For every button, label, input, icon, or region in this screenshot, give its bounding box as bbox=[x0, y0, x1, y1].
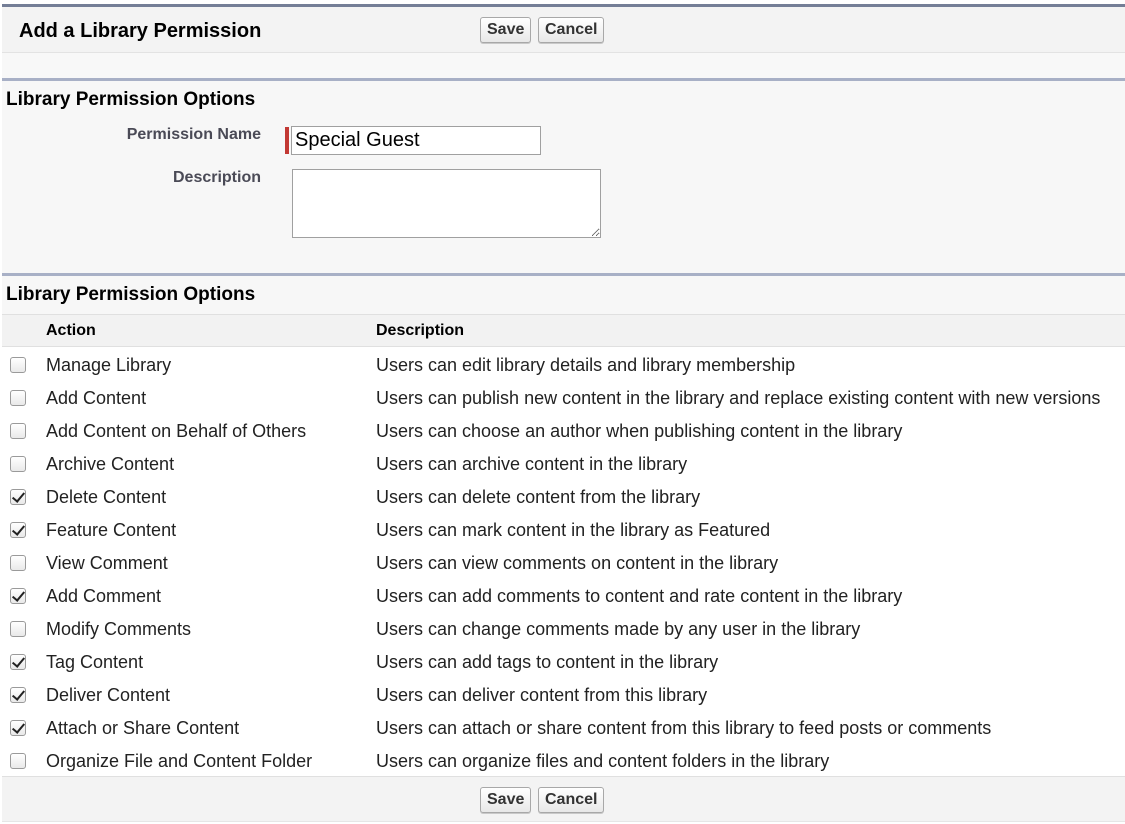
page-footer: Save Cancel bbox=[2, 776, 1125, 822]
page-title: Add a Library Permission bbox=[19, 20, 262, 42]
table-row: Manage Library Users can edit library de… bbox=[2, 348, 1125, 381]
action-name: Modify Comments bbox=[46, 619, 192, 639]
action-description: Users can edit library details and libra… bbox=[376, 355, 796, 375]
table-row: Attach or Share Content Users can attach… bbox=[2, 711, 1125, 744]
header-spacer bbox=[2, 52, 1125, 79]
action-name: Tag Content bbox=[46, 652, 144, 672]
action-description: Users can organize files and content fol… bbox=[376, 751, 830, 771]
permission-checkbox[interactable] bbox=[10, 456, 26, 472]
save-button-bottom[interactable]: Save bbox=[480, 787, 532, 813]
table-row: Tag Content Users can add tags to conten… bbox=[2, 645, 1125, 678]
action-name: Add Content bbox=[46, 388, 147, 408]
permission-checkbox[interactable] bbox=[10, 687, 26, 703]
options-section: Library Permission Options bbox=[2, 273, 1125, 314]
required-indicator bbox=[285, 127, 289, 154]
page-header: Add a Library Permission Save Cancel bbox=[2, 4, 1125, 52]
action-name: View Comment bbox=[46, 553, 168, 573]
action-description: Users can attach or share content from t… bbox=[376, 718, 992, 738]
options-section-title: Library Permission Options bbox=[6, 284, 256, 305]
action-name: Delete Content bbox=[46, 487, 167, 507]
table-row: Archive Content Users can archive conten… bbox=[2, 447, 1125, 480]
table-row: Feature Content Users can mark content i… bbox=[2, 513, 1125, 546]
table-row: Add Comment Users can add comments to co… bbox=[2, 579, 1125, 612]
action-name: Deliver Content bbox=[46, 685, 171, 705]
permission-checkbox[interactable] bbox=[10, 489, 26, 505]
action-description: Users can view comments on content in th… bbox=[376, 553, 779, 573]
permission-checkbox[interactable] bbox=[10, 423, 26, 439]
permission-checkbox[interactable] bbox=[10, 753, 26, 769]
action-name: Attach or Share Content bbox=[46, 718, 240, 738]
action-description: Users can publish new content in the lib… bbox=[376, 388, 1101, 408]
permission-name-label: Permission Name bbox=[126, 126, 261, 143]
action-description: Users can delete content from the librar… bbox=[376, 487, 701, 507]
action-name: Manage Library bbox=[46, 355, 172, 375]
action-description: Users can mark content in the library as… bbox=[376, 520, 771, 540]
action-name: Add Comment bbox=[46, 586, 162, 606]
action-description: Users can choose an author when publishi… bbox=[376, 421, 903, 441]
table-row: Add Content on Behalf of Others Users ca… bbox=[2, 414, 1125, 447]
permission-checkbox[interactable] bbox=[10, 588, 26, 604]
action-description: Users can change comments made by any us… bbox=[376, 619, 861, 639]
table-row: Delete Content Users can delete content … bbox=[2, 480, 1125, 513]
table-row: Modify Comments Users can change comment… bbox=[2, 612, 1125, 645]
cancel-button-top[interactable]: Cancel bbox=[538, 17, 605, 43]
action-name: Add Content on Behalf of Others bbox=[46, 421, 307, 441]
table-row: View Comment Users can view comments on … bbox=[2, 546, 1125, 579]
permission-checkbox[interactable] bbox=[10, 555, 26, 571]
permission-checkbox[interactable] bbox=[10, 654, 26, 670]
column-header-description: Description bbox=[376, 322, 465, 339]
save-button-top[interactable]: Save bbox=[480, 17, 532, 43]
table-row: Deliver Content Users can deliver conten… bbox=[2, 678, 1125, 711]
permission-checkbox[interactable] bbox=[10, 720, 26, 736]
permission-table-body: Manage Library Users can edit library de… bbox=[2, 348, 1125, 776]
description-label: Description bbox=[172, 169, 261, 186]
table-row: Organize File and Content Folder Users c… bbox=[2, 744, 1125, 777]
permission-checkbox[interactable] bbox=[10, 621, 26, 637]
action-name: Feature Content bbox=[46, 520, 177, 540]
action-description: Users can add tags to content in the lib… bbox=[376, 652, 719, 672]
action-description: Users can archive content in the library bbox=[376, 454, 688, 474]
permission-checkbox[interactable] bbox=[10, 390, 26, 406]
cancel-button-bottom[interactable]: Cancel bbox=[538, 787, 605, 813]
action-name: Organize File and Content Folder bbox=[46, 751, 313, 771]
permission-checkbox[interactable] bbox=[10, 357, 26, 373]
column-header-action: Action bbox=[46, 322, 96, 339]
description-textarea[interactable] bbox=[292, 169, 601, 238]
permission-checkbox[interactable] bbox=[10, 522, 26, 538]
table-header: Action Description bbox=[2, 314, 1125, 347]
action-name: Archive Content bbox=[46, 454, 175, 474]
action-description: Users can add comments to content and ra… bbox=[376, 586, 903, 606]
action-description: Users can deliver content from this libr… bbox=[376, 685, 708, 705]
table-row: Add Content Users can publish new conten… bbox=[2, 381, 1125, 414]
details-section-title: Library Permission Options bbox=[6, 89, 256, 110]
permission-name-input[interactable] bbox=[291, 126, 541, 155]
